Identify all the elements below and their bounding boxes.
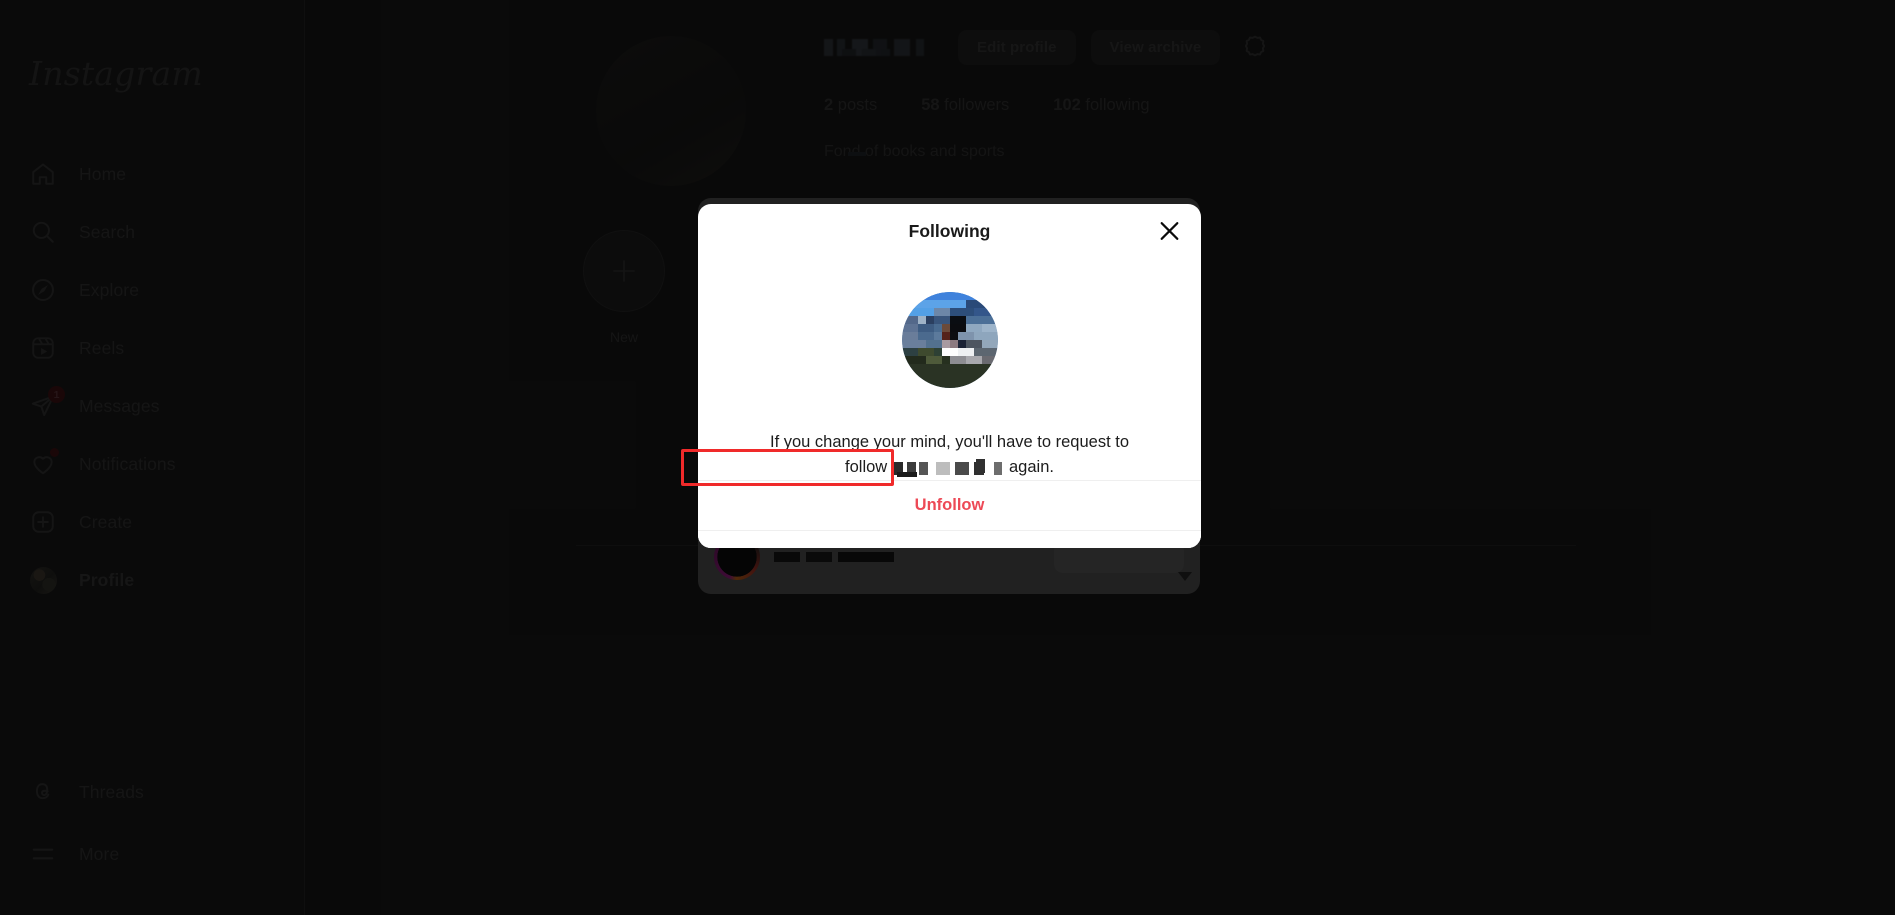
dialog-header: Following [698,204,1201,258]
dialog-message: If you change your mind, you'll have to … [750,430,1150,480]
dialog-message-suffix: again. [1009,458,1054,476]
unfollow-confirm-dialog: Following If you change your mind, you'l… [698,204,1201,548]
close-icon [1157,222,1182,247]
cancel-button[interactable]: Cancel [698,530,1201,548]
dialog-body: If you change your mind, you'll have to … [698,258,1201,480]
close-button[interactable] [1157,219,1182,244]
dialog-actions: Unfollow Cancel [698,480,1201,548]
target-username-redacted-part2 [936,459,1003,475]
dialog-title: Following [908,220,991,241]
target-username-redacted-part1 [893,462,928,477]
unfollow-button[interactable]: Unfollow [698,480,1201,530]
profile-photo [901,292,998,388]
instagram-profile-page: Instagram Home Search Explore [0,0,1895,915]
